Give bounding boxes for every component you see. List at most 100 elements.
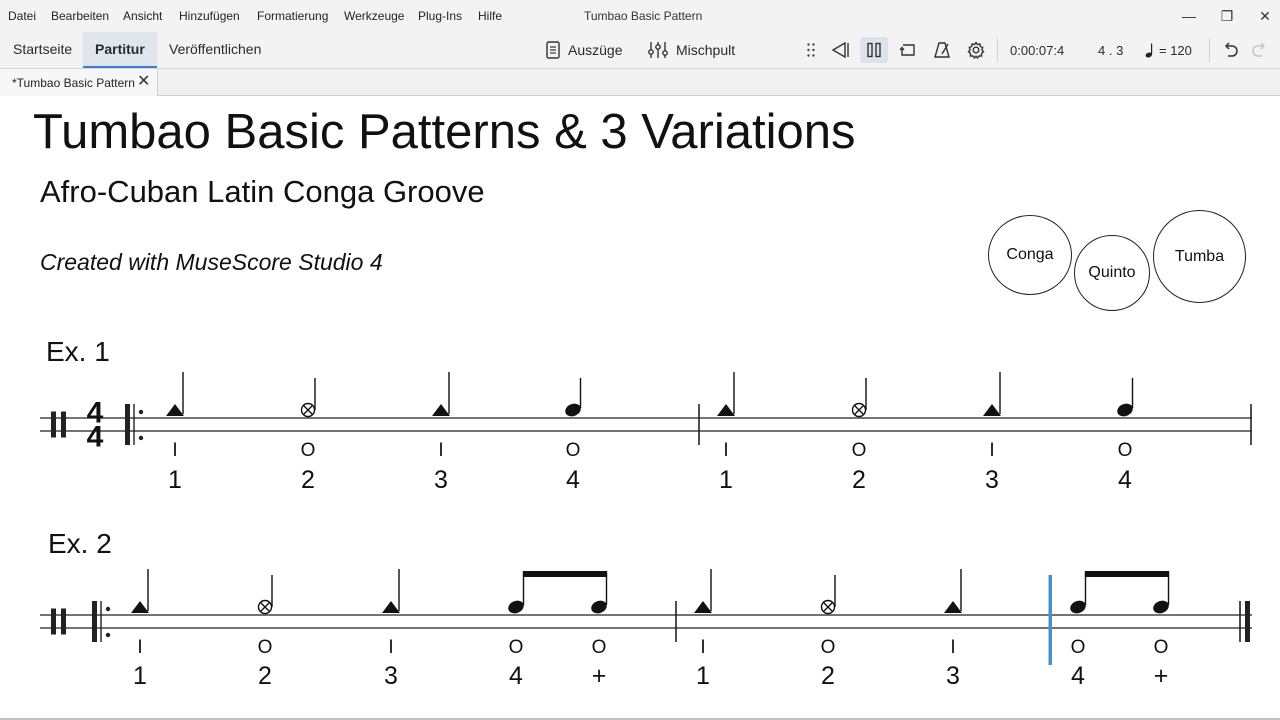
repeat-dot xyxy=(138,435,144,441)
count-label: 4 xyxy=(1071,662,1085,690)
drag-handle-icon[interactable] xyxy=(797,37,825,63)
count-label: 3 xyxy=(434,466,448,494)
menu-hilfe[interactable]: Hilfe xyxy=(478,9,502,23)
stroke-label: I xyxy=(388,637,393,658)
repeat-dot xyxy=(105,606,111,612)
open-notehead xyxy=(1153,600,1169,614)
stroke-label: I xyxy=(723,440,728,461)
count-label: 1 xyxy=(696,662,710,690)
count-label: + xyxy=(1154,662,1169,690)
repeat-barline-thick xyxy=(125,404,130,445)
pause-icon[interactable] xyxy=(860,37,888,63)
gear-icon[interactable] xyxy=(962,37,990,63)
note-slap xyxy=(131,569,149,613)
slap-notehead xyxy=(694,601,712,613)
example-label: Ex. 2 xyxy=(48,528,112,559)
stroke-label: O xyxy=(1154,637,1169,658)
menu-bar: Datei Bearbeiten Ansicht Hinzufügen Form… xyxy=(0,0,1280,32)
note-slap xyxy=(694,569,712,613)
document-tab-label: *Tumbao Basic Pattern xyxy=(12,76,135,90)
note-open xyxy=(522,571,608,614)
main-toolbar: Startseite Partitur Veröffentlichen Ausz… xyxy=(0,32,1280,69)
quarter-note-icon xyxy=(1145,43,1153,58)
stroke-label: O xyxy=(566,440,581,461)
tab-partitur[interactable]: Partitur xyxy=(83,32,157,68)
playback-position: 4 . 3 xyxy=(1098,43,1124,58)
music-notation: Ex. 1 4 4 I 1 O 2 I 3 O 4 I 1 O 2 I 3 O 4 Ex. 2 I 1 O 2 I 3 O 4 O + I 1… xyxy=(40,336,1252,690)
menu-bearbeiten[interactable]: Bearbeiten xyxy=(51,9,109,23)
note-slap xyxy=(166,372,184,416)
note-muted xyxy=(851,378,867,418)
note-beam xyxy=(1084,571,1170,577)
document-tab[interactable]: *Tumbao Basic Pattern ✕ xyxy=(0,69,158,96)
mixer-icon xyxy=(648,42,668,58)
open-notehead xyxy=(508,600,524,614)
slap-notehead xyxy=(944,601,962,613)
note-slap xyxy=(717,372,735,416)
example-label: Ex. 1 xyxy=(46,336,110,367)
menu-werkzeuge[interactable]: Werkzeuge xyxy=(344,9,404,23)
count-label: 3 xyxy=(985,466,999,494)
redo-icon[interactable] xyxy=(1246,37,1274,63)
close-tab-icon[interactable]: ✕ xyxy=(137,73,150,91)
slap-notehead xyxy=(717,404,735,416)
note-muted xyxy=(257,575,273,615)
percussion-clef xyxy=(51,608,56,635)
repeat-dot xyxy=(138,409,144,415)
stroke-label: O xyxy=(1071,637,1086,658)
mixer-button[interactable]: Mischpult xyxy=(648,38,735,62)
loop-icon[interactable] xyxy=(894,37,922,63)
repeat-dot xyxy=(105,632,111,638)
slap-notehead xyxy=(382,601,400,613)
menu-formatierung[interactable]: Formatierung xyxy=(257,9,328,23)
note-slap xyxy=(944,569,962,613)
document-tab-bar: *Tumbao Basic Pattern ✕ xyxy=(0,69,1280,96)
metronome-icon[interactable] xyxy=(928,37,956,63)
count-label: + xyxy=(592,662,607,690)
parts-label: Auszüge xyxy=(568,42,623,58)
stroke-label: O xyxy=(592,637,607,658)
slap-notehead xyxy=(983,404,1001,416)
stroke-label: I xyxy=(989,440,994,461)
repeat-barline-thick xyxy=(92,601,97,642)
count-label: 4 xyxy=(566,466,580,494)
stroke-label: O xyxy=(1118,440,1133,461)
count-label: 1 xyxy=(168,466,182,494)
rewind-icon[interactable] xyxy=(826,37,854,63)
stroke-label: O xyxy=(301,440,316,461)
close-window-button[interactable]: ✕ xyxy=(1245,4,1280,28)
stroke-label: I xyxy=(438,440,443,461)
count-label: 4 xyxy=(1118,466,1132,494)
percussion-clef xyxy=(61,608,66,635)
note-slap xyxy=(983,372,1001,416)
tab-startseite[interactable]: Startseite xyxy=(1,32,84,68)
note-muted xyxy=(300,378,316,418)
menu-plugins[interactable]: Plug-Ins xyxy=(418,9,462,23)
slap-notehead xyxy=(432,404,450,416)
minimize-button[interactable]: — xyxy=(1169,4,1209,28)
count-label: 1 xyxy=(133,662,147,690)
menu-hinzufuegen[interactable]: Hinzufügen xyxy=(179,9,240,23)
note-open xyxy=(508,575,525,614)
slap-notehead xyxy=(131,601,149,613)
playback-cursor xyxy=(1048,575,1052,665)
stroke-label: I xyxy=(700,637,705,658)
maximize-button[interactable]: ❐ xyxy=(1207,4,1247,28)
menu-ansicht[interactable]: Ansicht xyxy=(123,9,162,23)
mixer-label: Mischpult xyxy=(676,42,736,58)
note-open xyxy=(565,378,582,417)
score-page[interactable]: Tumbao Basic Patterns & 3 Variations Afr… xyxy=(0,96,1280,720)
count-label: 1 xyxy=(719,466,733,494)
menu-datei[interactable]: Datei xyxy=(8,9,36,23)
count-label: 2 xyxy=(258,662,272,690)
undo-icon[interactable] xyxy=(1216,37,1244,63)
note-muted xyxy=(820,575,836,615)
tab-veroeffentlichen[interactable]: Veröffentlichen xyxy=(157,32,273,68)
count-label: 2 xyxy=(821,662,835,690)
percussion-clef xyxy=(51,411,56,438)
slap-notehead xyxy=(166,404,184,416)
open-notehead xyxy=(1117,403,1133,417)
note-open xyxy=(1117,378,1134,417)
toolbar-separator xyxy=(997,38,998,62)
parts-button[interactable]: Auszüge xyxy=(546,38,622,62)
